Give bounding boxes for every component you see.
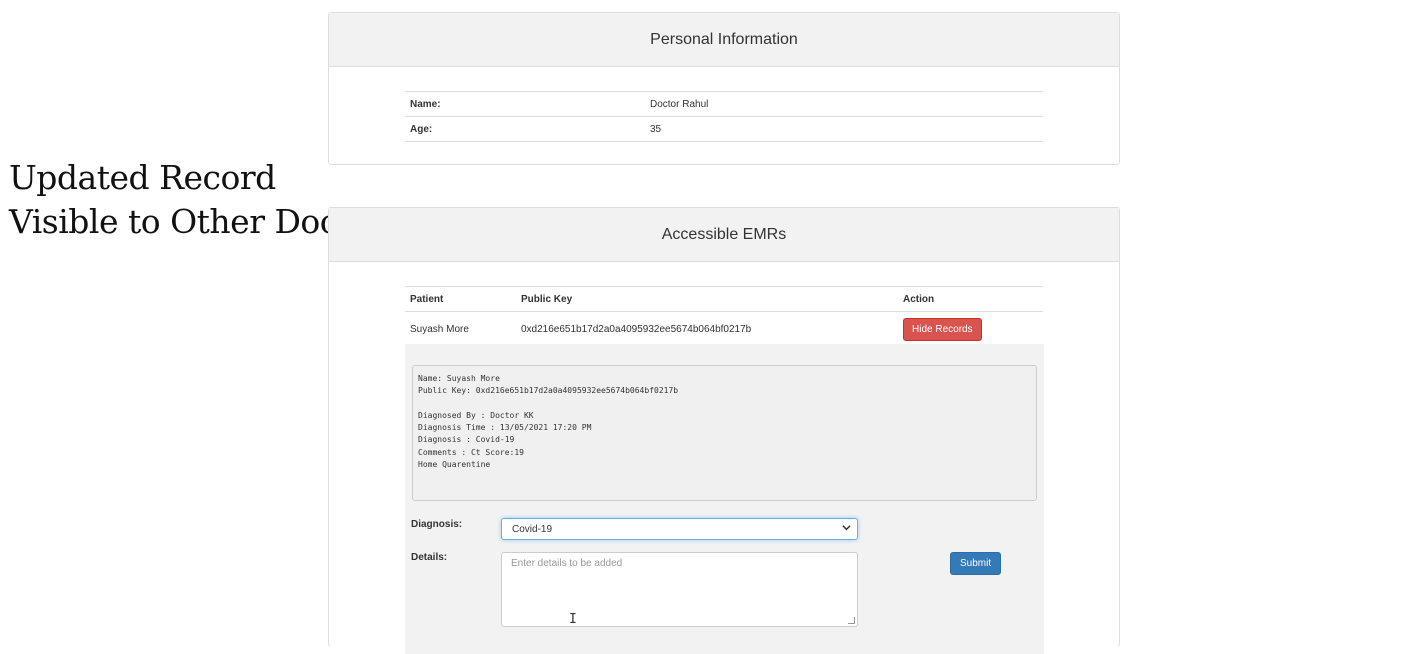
accessible-emrs-panel: Accessible EMRs Patient Public Key Actio… — [328, 207, 1120, 654]
personal-information-panel: Personal Information Name: Doctor Rahul … — [328, 12, 1120, 165]
record-details-area: Name: Suyash More Public Key: 0xd216e651… — [405, 344, 1044, 654]
patient-name: Suyash More — [410, 323, 469, 335]
details-label: Details: — [411, 552, 448, 563]
chevron-down-icon — [842, 523, 851, 535]
column-header-public-key: Public Key — [516, 286, 898, 312]
column-header-action: Action — [898, 286, 1043, 312]
patient-public-key: 0xd216e651b17d2a0a4095932ee5674b064bf021… — [521, 323, 752, 335]
submit-button[interactable]: Submit — [950, 552, 1002, 575]
emr-table: Patient Public Key Action Suyash More 0x… — [405, 286, 1043, 346]
column-header-patient: Patient — [405, 286, 516, 312]
age-label: Age: — [405, 116, 645, 142]
action-cell: Hide Records — [898, 312, 1043, 347]
name-value: Doctor Rahul — [645, 91, 1043, 117]
resize-handle-icon[interactable] — [848, 617, 855, 624]
panel-title: Personal Information — [329, 13, 1119, 67]
details-textarea[interactable]: Enter details to be added — [501, 552, 858, 627]
panel-title: Accessible EMRs — [329, 208, 1119, 262]
hide-records-button[interactable]: Hide Records — [903, 317, 982, 341]
name-label: Name: — [405, 91, 645, 117]
table-row: Age: 35 — [405, 116, 1043, 142]
table-header-row: Patient Public Key Action — [405, 286, 1043, 312]
age-value: 35 — [645, 116, 1043, 142]
diagnosis-select[interactable]: Covid-19 — [501, 518, 858, 540]
table-row: Suyash More 0xd216e651b17d2a0a4095932ee5… — [405, 312, 1043, 347]
diagnosis-label: Diagnosis: — [411, 519, 463, 530]
text-cursor-icon: I — [569, 612, 577, 627]
diagnosis-selected-value: Covid-19 — [512, 524, 553, 535]
table-row: Name: Doctor Rahul — [405, 91, 1043, 117]
details-placeholder: Enter details to be added — [511, 558, 623, 569]
record-text: Name: Suyash More Public Key: 0xd216e651… — [412, 365, 1037, 501]
personal-info-table: Name: Doctor Rahul Age: 35 — [405, 91, 1043, 142]
